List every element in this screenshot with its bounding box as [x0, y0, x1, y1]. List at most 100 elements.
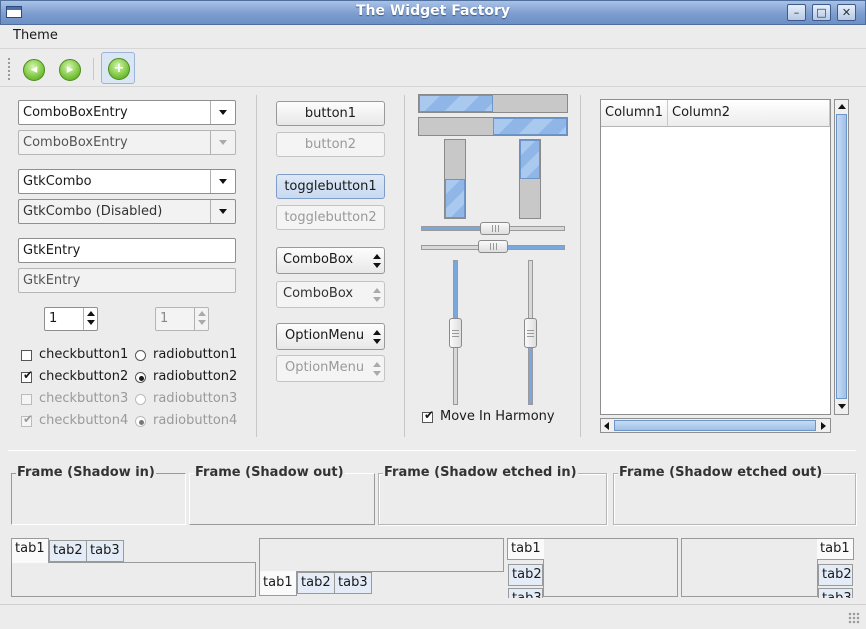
add-button[interactable]: +	[101, 52, 135, 84]
frame-shadow-out-label: Frame (Shadow out)	[194, 465, 345, 480]
combobox-2-value: ComboBox	[283, 286, 354, 301]
hprogress-1-fill	[419, 95, 493, 112]
notebook-left-tab2[interactable]: tab2	[508, 564, 543, 586]
chevron-down-icon[interactable]	[210, 170, 235, 193]
notebook-left-page	[543, 538, 678, 597]
forward-icon: ▸	[59, 59, 81, 81]
radiobutton3-circle	[135, 394, 146, 405]
combobox-1-value: ComboBox	[283, 252, 354, 267]
radiobutton2-circle[interactable]	[135, 372, 146, 383]
frame-shadow-etched-out-label: Frame (Shadow etched out)	[618, 465, 824, 480]
comboboxentry-1[interactable]: ComboBoxEntry	[18, 100, 236, 125]
gtkcombo-2: GtkCombo (Disabled)	[18, 199, 236, 224]
updown-arrows-icon	[373, 362, 381, 376]
spin-arrows-icon	[198, 311, 206, 325]
optionmenu-2: OptionMenu	[276, 355, 385, 382]
chevron-down-icon[interactable]	[210, 101, 235, 124]
combobox-1[interactable]: ComboBox	[276, 247, 385, 274]
scroll-left-icon[interactable]	[604, 422, 609, 430]
column2-header[interactable]: Column2	[668, 100, 830, 127]
notebook-left-tab1[interactable]: tab1	[507, 538, 544, 560]
hprogress-1	[418, 94, 568, 113]
checkbutton1-box[interactable]	[21, 350, 32, 361]
vscale-1-thumb[interactable]	[449, 318, 462, 348]
check-icon: ✔	[23, 368, 34, 382]
vprogress-2	[519, 139, 541, 219]
checkbutton3-label: checkbutton3	[39, 391, 129, 406]
radiobutton1-circle[interactable]	[135, 350, 146, 361]
hscale-1-thumb[interactable]	[480, 222, 510, 235]
checkbutton2-box[interactable]: ✔	[21, 368, 34, 383]
column-separator	[256, 95, 257, 437]
move-in-harmony-label[interactable]: Move In Harmony	[440, 409, 555, 425]
gtkcombo-1[interactable]: GtkCombo	[18, 169, 236, 194]
gtkcombo-1-value: GtkCombo	[23, 174, 92, 189]
vertical-scrollbar-thumb[interactable]	[836, 114, 847, 399]
menu-theme[interactable]: Theme	[13, 28, 58, 43]
optionmenu-2-value: OptionMenu	[285, 360, 365, 375]
notebook-bottom-tab3[interactable]: tab3	[334, 572, 372, 594]
gtkentry-1[interactable]: GtkEntry	[18, 238, 236, 263]
hprogress-2	[418, 117, 568, 136]
scroll-up-icon[interactable]	[838, 104, 846, 109]
maximize-button[interactable]: □	[812, 4, 831, 21]
vprogress-1-fill	[445, 179, 465, 218]
radiobutton1-label[interactable]: radiobutton1	[153, 347, 237, 363]
updown-arrows-icon	[373, 330, 381, 344]
toolbar-grip-icon[interactable]	[8, 58, 11, 80]
optionmenu-1[interactable]: OptionMenu	[276, 323, 385, 350]
notebook-top-tab2[interactable]: tab2	[49, 540, 87, 562]
frame-shadow-etched-in-label: Frame (Shadow etched in)	[383, 465, 578, 480]
comboboxentry-2: ComboBoxEntry	[18, 130, 236, 155]
radio-dot-icon	[139, 376, 144, 381]
notebook-bottom-tab2[interactable]: tab2	[297, 572, 335, 594]
gtkentry-2: GtkEntry	[18, 268, 236, 293]
updown-arrows-icon	[373, 254, 381, 268]
scroll-down-icon[interactable]	[838, 404, 846, 409]
spinbutton-1[interactable]: 1	[44, 307, 98, 331]
frame-shadow-etched-in: Frame (Shadow etched in)	[378, 465, 607, 525]
vertical-scrollbar[interactable]	[834, 99, 849, 415]
toolbar-separator	[93, 58, 94, 80]
column1-header[interactable]: Column1	[601, 100, 668, 127]
notebook-right-tab2[interactable]: tab2	[818, 564, 853, 586]
checkbutton2-label[interactable]: checkbutton2	[39, 369, 128, 385]
radiobutton3-label: radiobutton3	[153, 391, 238, 406]
notebook-bottom-page	[259, 538, 504, 572]
notebook-left-tab3[interactable]: tab3	[508, 588, 543, 598]
notebook-right-tab1[interactable]: tab1	[817, 538, 854, 560]
radiobutton4-circle	[135, 416, 146, 427]
frame-shadow-etched-out: Frame (Shadow etched out)	[613, 465, 856, 525]
spinbutton-2: 1	[155, 307, 209, 331]
vscale-2-thumb[interactable]	[524, 318, 537, 348]
hscale-2-thumb[interactable]	[478, 240, 508, 253]
forward-button[interactable]: ▸	[56, 56, 82, 82]
scroll-right-icon[interactable]	[821, 422, 826, 430]
close-button[interactable]: ✕	[837, 4, 856, 21]
check-icon: ✔	[23, 412, 34, 426]
spin-arrows-icon[interactable]	[87, 311, 95, 325]
checkbutton1-label[interactable]: checkbutton1	[39, 347, 128, 363]
notebook-right-tab3[interactable]: tab3	[818, 588, 853, 598]
notebook-top-tab3[interactable]: tab3	[86, 540, 124, 562]
frame-shadow-in: Frame (Shadow in)	[11, 465, 186, 525]
check-icon: ✔	[424, 408, 435, 422]
window-title: The Widget Factory	[355, 3, 511, 19]
minimize-button[interactable]: –	[787, 4, 806, 21]
menu-bar	[0, 25, 866, 49]
notebook-top-tab1[interactable]: tab1	[11, 538, 49, 563]
combobox-2: ComboBox	[276, 281, 385, 308]
vprogress-2-fill	[520, 140, 540, 179]
togglebutton1[interactable]: togglebutton1	[276, 174, 385, 199]
notebook-right-tab3-clip: tab3	[818, 588, 853, 598]
back-button[interactable]: ◂	[20, 56, 46, 82]
move-in-harmony-box[interactable]: ✔	[422, 408, 435, 423]
radiobutton2-label[interactable]: radiobutton2	[153, 369, 237, 385]
tree-view[interactable]: Column1 Column2	[600, 99, 831, 415]
hprogress-2-fill	[493, 118, 567, 135]
resize-grip-icon[interactable]	[848, 612, 860, 624]
horizontal-scrollbar[interactable]	[600, 418, 831, 433]
button1[interactable]: button1	[276, 101, 385, 126]
horizontal-scrollbar-thumb[interactable]	[614, 420, 816, 431]
notebook-bottom-tab1[interactable]: tab1	[259, 571, 297, 596]
